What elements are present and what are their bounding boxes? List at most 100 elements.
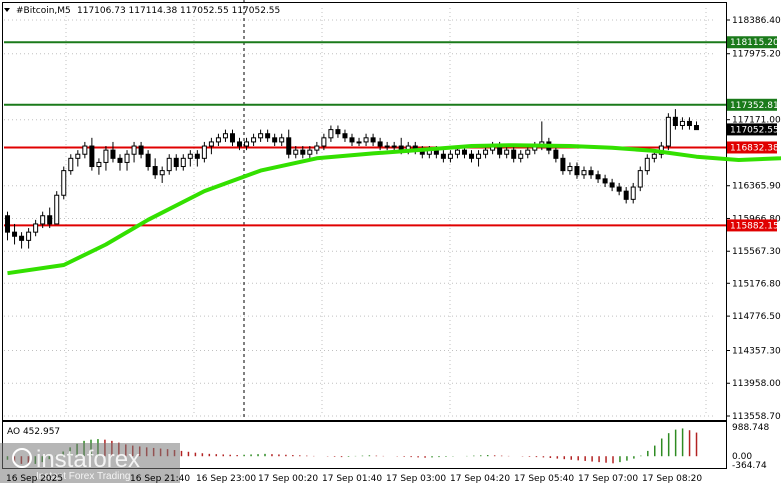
ma-line (7, 143, 781, 276)
chart-frame (2, 2, 727, 421)
candle (356, 137, 362, 147)
candle (173, 154, 179, 171)
candle (61, 166, 67, 200)
ohlc-values: 117106.73 117114.38 117052.55 117052.55 (77, 6, 280, 16)
price-tag: 118115.20 (727, 36, 779, 49)
symbol-label: #Bitcoin,M5 (16, 6, 71, 16)
time-axis-label: 16 Sep 21:40 (130, 474, 190, 484)
price-tags: 118115.20 117352.81 116832.38 115882.15 1170… (727, 36, 779, 232)
candle (194, 150, 200, 167)
candle (363, 133, 369, 147)
candle (54, 191, 60, 225)
time-axis-canvas: Instant Forex Trading 16 Sep 2025 16 Sep … (0, 469, 702, 484)
price-tag: 117052.55 (727, 123, 779, 136)
price-axis-label: 114776.50 (732, 312, 781, 322)
price-axis-label: 113558.70 (732, 412, 781, 421)
candle (12, 223, 18, 245)
candle (637, 166, 643, 192)
candle (145, 150, 151, 171)
candle (159, 166, 165, 183)
ao-title: AO 452.957 (7, 427, 60, 437)
watermark-brand: instaforex (36, 446, 140, 469)
time-axis-label: 17 Sep 07:00 (578, 474, 638, 484)
candle (286, 129, 292, 159)
candle (511, 146, 517, 163)
candle (68, 154, 74, 175)
time-axis-label: 17 Sep 00:20 (258, 474, 318, 484)
candle (82, 141, 88, 159)
candle (567, 162, 573, 175)
chart-header: #Bitcoin,M5 117106.73 117114.38 117052.5… (4, 6, 280, 16)
candle (166, 154, 172, 175)
svg-text:117052.55: 117052.55 (730, 125, 779, 135)
watermark-logo: instaforex (0, 443, 180, 469)
candle (440, 150, 446, 163)
candle (19, 232, 25, 249)
candle (26, 228, 32, 249)
candle (335, 125, 341, 138)
triangle-down-icon (4, 8, 10, 12)
candle (349, 133, 355, 147)
candle (201, 141, 207, 163)
candle (644, 154, 650, 175)
candle (672, 109, 678, 130)
candle (117, 154, 123, 171)
candle (384, 141, 390, 151)
candle (581, 166, 587, 179)
candle (391, 141, 397, 151)
candle (96, 158, 102, 175)
ao-indicator-canvas: 988.7480.00-364.74 AO 452.957 instaforex (0, 421, 769, 469)
candle (33, 219, 39, 237)
candle (89, 137, 95, 171)
time-axis-label: 17 Sep 04:20 (450, 474, 510, 484)
price-tag: 117352.81 (727, 98, 779, 111)
ao-axis-label: 988.748 (732, 423, 769, 433)
price-chart-canvas: 118386.40117975.20117171.00116365.901159… (2, 0, 781, 421)
price-levels (4, 41, 726, 227)
time-axis: Instant Forex Trading 16 Sep 2025 16 Sep … (0, 469, 781, 489)
candle (469, 150, 475, 163)
candle (75, 150, 81, 167)
svg-text:117352.81: 117352.81 (730, 101, 779, 111)
svg-text:116832.38: 116832.38 (730, 143, 779, 153)
candle (180, 154, 186, 171)
ao-indicator-pane[interactable]: 988.748 0.00 -364.74 AO 452.957 instaforex (0, 421, 781, 469)
candle (476, 150, 482, 167)
candle (630, 182, 636, 204)
price-axis-label: 114357.30 (732, 346, 781, 356)
price-axis: 118386.40117975.20117171.00116365.901159… (726, 16, 781, 421)
candle (609, 178, 615, 192)
price-chart[interactable]: 118386.40117975.20117171.00116365.901159… (0, 0, 781, 421)
candle (665, 113, 671, 151)
candle (103, 146, 109, 171)
price-axis-label: 115567.30 (732, 247, 781, 257)
price-axis-label: 117975.20 (732, 50, 781, 60)
candle (258, 129, 264, 142)
candle (342, 129, 348, 142)
candle (588, 166, 594, 179)
price-tag: 116832.38 (727, 141, 779, 154)
grid (2, 0, 727, 421)
candle (623, 187, 629, 204)
candle (131, 141, 137, 163)
candle (229, 129, 235, 147)
candle (602, 174, 608, 188)
svg-text:115882.15: 115882.15 (730, 221, 779, 231)
moving-average (7, 143, 781, 276)
candle (272, 133, 278, 147)
candle (314, 141, 320, 155)
price-tag: 115882.15 (727, 219, 779, 232)
price-axis-label: 116365.90 (732, 182, 781, 192)
candle (553, 146, 559, 163)
candle (616, 182, 622, 196)
price-axis-label: 115176.80 (732, 279, 781, 289)
time-axis-label: 16 Sep 2025 (6, 474, 63, 484)
candle (152, 158, 158, 179)
candle (5, 211, 11, 241)
candle (518, 150, 524, 163)
time-axis-label: 17 Sep 05:40 (514, 474, 574, 484)
candle (138, 141, 144, 159)
price-axis-label: 118386.40 (732, 16, 781, 26)
ao-axis-label: -364.74 (732, 461, 767, 469)
candle (370, 133, 376, 147)
